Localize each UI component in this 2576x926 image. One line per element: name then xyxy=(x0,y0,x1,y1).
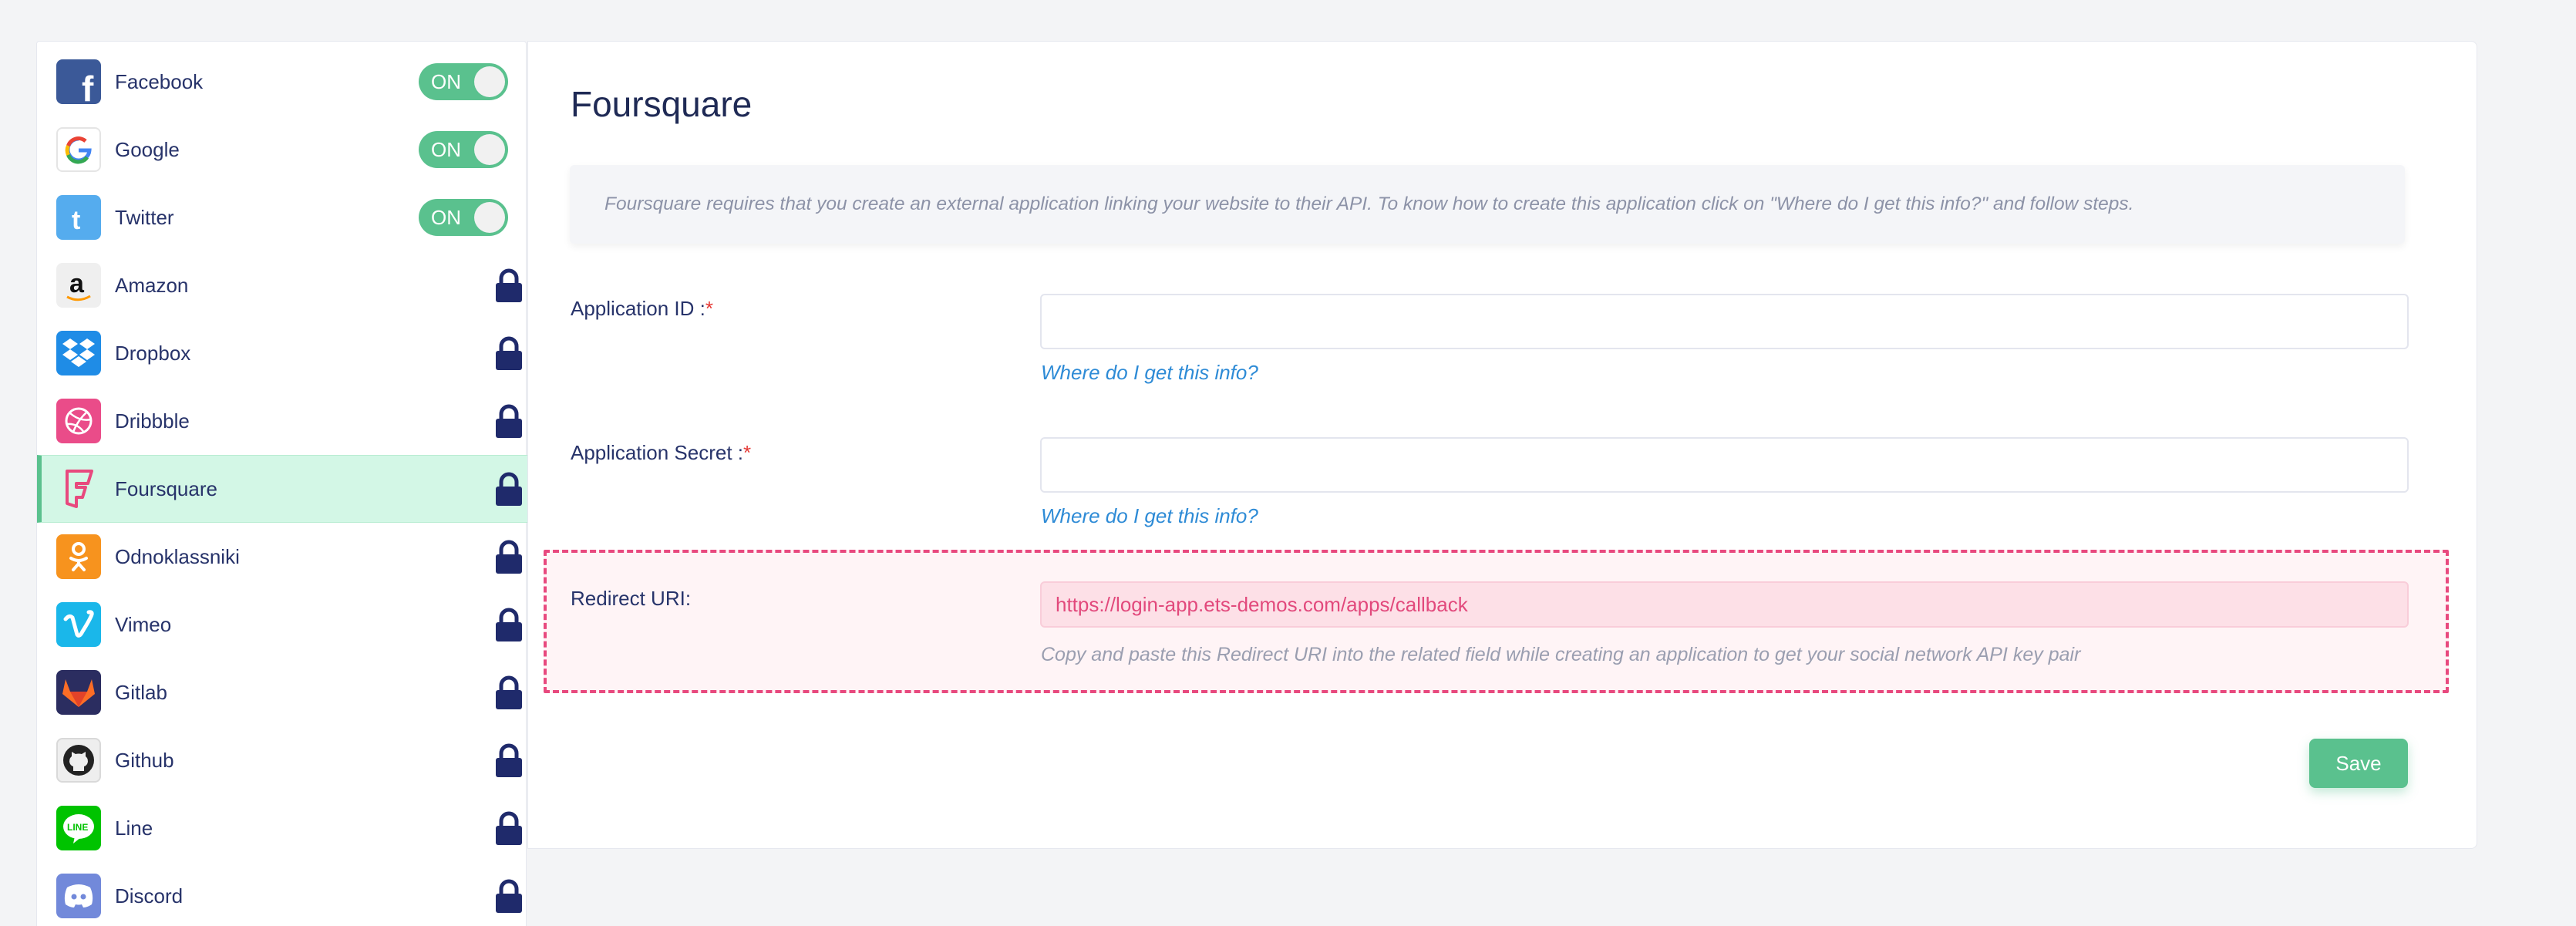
save-button[interactable]: Save xyxy=(2309,739,2408,788)
discord-icon xyxy=(56,874,101,918)
lock-icon xyxy=(496,472,522,506)
toggle-knob xyxy=(474,66,505,97)
sidebar-item-facebook[interactable]: f Facebook ON xyxy=(37,48,527,116)
sidebar-item-dribbble[interactable]: Dribbble xyxy=(37,387,527,455)
redirect-uri-field[interactable]: https://login-app.ets-demos.com/apps/cal… xyxy=(1040,581,2409,628)
sidebar-item-label: Line xyxy=(115,816,153,840)
sidebar-item-dropbox[interactable]: Dropbox xyxy=(37,319,527,387)
redirect-uri-section: Redirect URI: https://login-app.ets-demo… xyxy=(544,550,2449,693)
sidebar-item-line[interactable]: LINE Line xyxy=(37,794,527,862)
sidebar-item-label: Odnoklassniki xyxy=(115,544,240,568)
application-id-help-link[interactable]: Where do I get this info? xyxy=(1041,361,1258,385)
redirect-uri-help: Copy and paste this Redirect URI into th… xyxy=(1041,644,2081,665)
lock-icon xyxy=(496,743,522,777)
svg-text:a: a xyxy=(69,269,85,298)
gitlab-icon xyxy=(56,670,101,715)
required-mark: * xyxy=(705,297,713,320)
lock-icon xyxy=(496,879,522,913)
settings-panel: Foursquare Foursquare requires that you … xyxy=(527,41,2477,849)
svg-text:t: t xyxy=(72,206,80,235)
lock-icon xyxy=(496,404,522,438)
required-mark: * xyxy=(743,441,752,464)
info-notice: Foursquare requires that you create an e… xyxy=(570,165,2405,244)
foursquare-icon xyxy=(56,466,101,511)
sidebar-item-google[interactable]: Google ON xyxy=(37,116,527,184)
line-icon: LINE xyxy=(56,806,101,850)
toggle-label: ON xyxy=(431,137,461,161)
sidebar-item-github[interactable]: Github xyxy=(37,726,527,794)
sidebar-item-amazon[interactable]: a Amazon xyxy=(37,251,527,319)
application-secret-input[interactable] xyxy=(1040,437,2409,493)
sidebar-item-discord[interactable]: Discord xyxy=(37,862,527,926)
sidebar-item-label: Discord xyxy=(115,884,184,907)
odnoklassniki-icon xyxy=(56,534,101,579)
sidebar-item-label: Foursquare xyxy=(115,476,217,500)
toggle-label: ON xyxy=(431,69,461,93)
amazon-icon: a xyxy=(56,263,101,308)
application-secret-label: Application Secret :* xyxy=(571,441,752,464)
application-id-input[interactable] xyxy=(1040,294,2409,349)
sidebar-item-label: Twitter xyxy=(115,205,174,229)
sidebar-item-label: Vimeo xyxy=(115,612,172,636)
sidebar-item-label: Amazon xyxy=(115,273,189,297)
lock-icon xyxy=(496,811,522,845)
dropbox-icon xyxy=(56,331,101,375)
sidebar-item-label: Google xyxy=(115,137,180,161)
sidebar-item-gitlab[interactable]: Gitlab xyxy=(37,658,527,726)
sidebar-item-odnoklassniki[interactable]: Odnoklassniki xyxy=(37,523,527,591)
sidebar-item-label: Dribbble xyxy=(115,409,190,433)
sidebar-item-label: Dropbox xyxy=(115,341,191,365)
lock-icon xyxy=(496,608,522,641)
sidebar-item-label: Github xyxy=(115,748,174,772)
facebook-toggle[interactable]: ON xyxy=(419,63,508,100)
lock-icon xyxy=(496,540,522,574)
toggle-knob xyxy=(474,202,505,233)
redirect-uri-label: Redirect URI: xyxy=(571,587,692,610)
lock-icon xyxy=(496,268,522,302)
lock-icon xyxy=(496,675,522,709)
page-title: Foursquare xyxy=(571,84,753,124)
social-network-sidebar: f Facebook ON Google ON t Twitter ON a A… xyxy=(36,41,527,926)
svg-text:f: f xyxy=(82,69,94,104)
dribbble-icon xyxy=(56,399,101,443)
twitter-icon: t xyxy=(56,195,101,240)
sidebar-item-twitter[interactable]: t Twitter ON xyxy=(37,184,527,251)
sidebar-item-foursquare[interactable]: Foursquare xyxy=(37,455,527,523)
lock-icon xyxy=(496,336,522,370)
twitter-toggle[interactable]: ON xyxy=(419,199,508,236)
application-secret-help-link[interactable]: Where do I get this info? xyxy=(1041,504,1258,528)
svg-text:LINE: LINE xyxy=(67,822,88,833)
toggle-label: ON xyxy=(431,205,461,229)
sidebar-item-label: Gitlab xyxy=(115,680,167,704)
application-id-label: Application ID :* xyxy=(571,297,713,320)
facebook-icon: f xyxy=(56,59,101,104)
google-icon xyxy=(56,127,101,172)
sidebar-item-vimeo[interactable]: Vimeo xyxy=(37,591,527,658)
github-icon xyxy=(56,738,101,783)
sidebar-item-label: Facebook xyxy=(115,69,204,93)
vimeo-icon xyxy=(56,602,101,647)
toggle-knob xyxy=(474,134,505,165)
google-toggle[interactable]: ON xyxy=(419,131,508,168)
